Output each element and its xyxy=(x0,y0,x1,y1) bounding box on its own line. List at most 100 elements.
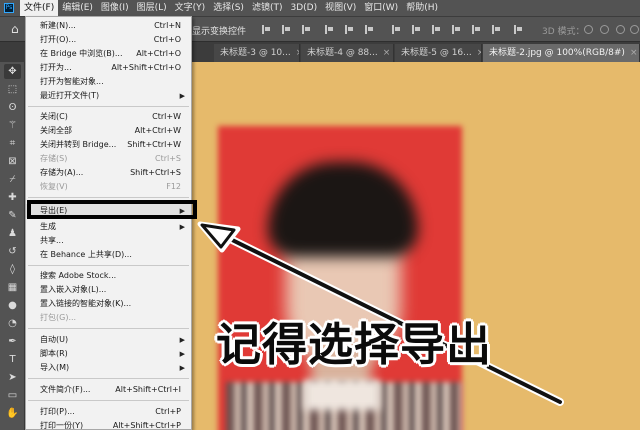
menu-window[interactable]: 窗口(W) xyxy=(360,0,402,16)
menu-item-print[interactable]: 打印(P)... Ctrl+P xyxy=(26,405,191,419)
close-icon[interactable]: × xyxy=(477,48,481,58)
menu-item-close-all[interactable]: 关闭全部 Alt+Ctrl+W xyxy=(26,124,191,138)
distribute-right-icon[interactable] xyxy=(492,25,501,34)
menu-item-search-stock[interactable]: 搜索 Adobe Stock... xyxy=(26,269,191,283)
close-icon[interactable]: × xyxy=(296,48,299,58)
menu-separator xyxy=(28,378,189,379)
shape-tool-icon[interactable]: ▭ xyxy=(4,388,21,403)
home-icon[interactable]: ⌂ xyxy=(11,23,23,35)
submenu-arrow-icon: ▶ xyxy=(179,350,185,358)
tab-untitled-3[interactable]: 未标题-3 @ 10... × xyxy=(214,44,300,62)
3d-orbit-icon[interactable] xyxy=(584,25,593,34)
brush-tool-icon[interactable]: ✎ xyxy=(4,208,21,223)
menu-item-automate[interactable]: 自动(U) ▶ xyxy=(26,333,191,347)
menu-item-label: 置入嵌入对象(L)... xyxy=(40,285,107,294)
distribute-top-icon[interactable] xyxy=(392,25,401,34)
menu-item-open[interactable]: 打开(O)... Ctrl+O xyxy=(26,33,191,47)
menu-item-place-embedded[interactable]: 置入嵌入对象(L)... xyxy=(26,283,191,297)
tab-untitled-5[interactable]: 未标题-5 @ 16... × xyxy=(395,44,482,62)
distribute-middle-icon[interactable] xyxy=(412,25,421,34)
menu-item-import[interactable]: 导入(M) ▶ xyxy=(26,361,191,375)
pen-tool-icon[interactable]: ✒ xyxy=(4,334,21,349)
menu-item-shortcut: Shift+Ctrl+W xyxy=(127,140,181,149)
clone-stamp-tool-icon[interactable]: ♟ xyxy=(4,226,21,241)
menu-item-label: 搜索 Adobe Stock... xyxy=(40,271,117,280)
menu-item-label: 文件简介(F)... xyxy=(40,385,91,394)
menu-item-share[interactable]: 共享... xyxy=(26,234,191,248)
type-tool-icon[interactable]: T xyxy=(4,352,21,367)
menu-edit[interactable]: 编辑(E) xyxy=(58,0,97,16)
distribute-bottom-icon[interactable] xyxy=(432,25,441,34)
menu-separator xyxy=(28,265,189,266)
menu-view[interactable]: 视图(V) xyxy=(321,0,360,16)
tab-untitled-2-active[interactable]: 未标题-2.jpg @ 100%(RGB/8#) × xyxy=(483,44,640,62)
more-options-icon[interactable] xyxy=(514,25,523,34)
hand-tool-icon[interactable]: ✋ xyxy=(4,406,21,421)
menu-item-save-as[interactable]: 存储为(A)... Shift+Ctrl+S xyxy=(26,166,191,180)
align-right-icon[interactable] xyxy=(302,25,311,34)
3d-roll-icon[interactable] xyxy=(600,25,609,34)
menu-type[interactable]: 文字(Y) xyxy=(171,0,210,16)
tab-untitled-4[interactable]: 未标题-4 @ 88... × xyxy=(301,44,394,62)
menu-item-package[interactable]: 打包(G)... xyxy=(26,311,191,325)
annotation-text: 记得选择导出 xyxy=(216,318,493,371)
menu-item-open-as[interactable]: 打开为... Alt+Shift+Ctrl+O xyxy=(26,61,191,75)
menu-item-label: 存储为(A)... xyxy=(40,168,84,177)
menu-item-close[interactable]: 关闭(C) Ctrl+W xyxy=(26,110,191,124)
blur-tool-icon[interactable]: ● xyxy=(4,298,21,313)
eraser-tool-icon[interactable]: ◊ xyxy=(4,262,21,277)
eyedropper-tool-icon[interactable]: ⌿ xyxy=(4,172,21,187)
menu-item-label: 打印(P)... xyxy=(40,407,75,416)
menu-item-close-go-bridge[interactable]: 关闭并转到 Bridge... Shift+Ctrl+W xyxy=(26,138,191,152)
menu-3d[interactable]: 3D(D) xyxy=(286,0,321,16)
menu-item-new[interactable]: 新建(N)... Ctrl+N xyxy=(26,19,191,33)
frame-tool-icon[interactable]: ⊠ xyxy=(4,154,21,169)
document-canvas[interactable] xyxy=(186,62,640,430)
align-center-icon[interactable] xyxy=(282,25,291,34)
menu-bar: Ps 文件(F) 编辑(E) 图像(I) 图层(L) 文字(Y) 选择(S) 滤… xyxy=(0,0,640,16)
menu-item-browse-bridge[interactable]: 在 Bridge 中浏览(B)... Alt+Ctrl+O xyxy=(26,47,191,61)
marquee-tool-icon[interactable]: ⬚ xyxy=(4,82,21,97)
crop-tool-icon[interactable]: ⌗ xyxy=(4,136,21,151)
lasso-tool-icon[interactable]: ʘ xyxy=(4,100,21,115)
move-tool-icon[interactable]: ✥ xyxy=(4,64,21,79)
menu-separator xyxy=(28,400,189,401)
path-selection-tool-icon[interactable]: ➤ xyxy=(4,370,21,385)
menu-item-place-linked[interactable]: 置入链接的智能对象(K)... xyxy=(26,297,191,311)
history-brush-tool-icon[interactable]: ↺ xyxy=(4,244,21,259)
align-top-icon[interactable] xyxy=(325,25,334,34)
menu-select[interactable]: 选择(S) xyxy=(209,0,248,16)
show-transform-controls-label[interactable]: 显示变换控件 xyxy=(192,24,246,37)
menu-filter[interactable]: 滤镜(T) xyxy=(248,0,287,16)
distribute-center-icon[interactable] xyxy=(472,25,481,34)
menu-image[interactable]: 图像(I) xyxy=(97,0,133,16)
menu-item-recent-files[interactable]: 最近打开文件(T) ▶ xyxy=(26,89,191,103)
gradient-tool-icon[interactable]: ▦ xyxy=(4,280,21,295)
menu-item-label: 导入(M) xyxy=(40,363,70,372)
magic-wand-tool-icon[interactable]: ⚚ xyxy=(4,118,21,133)
menu-item-open-smart-object[interactable]: 打开为智能对象... xyxy=(26,75,191,89)
3d-mode-label: 3D 模式： xyxy=(542,27,585,37)
menu-item-save[interactable]: 存储(S) Ctrl+S xyxy=(26,152,191,166)
menu-help[interactable]: 帮助(H) xyxy=(402,0,442,16)
menu-item-print-one-copy[interactable]: 打印一份(Y) Alt+Shift+Ctrl+P xyxy=(26,419,191,429)
menu-item-generate[interactable]: 生成 ▶ xyxy=(26,220,191,234)
healing-brush-tool-icon[interactable]: ✚ xyxy=(4,190,21,205)
close-icon[interactable]: × xyxy=(383,48,391,58)
3d-slide-icon[interactable] xyxy=(630,25,639,34)
menu-item-scripts[interactable]: 脚本(R) ▶ xyxy=(26,347,191,361)
close-icon[interactable]: × xyxy=(630,48,638,58)
align-bottom-icon[interactable] xyxy=(365,25,374,34)
menu-item-file-info[interactable]: 文件简介(F)... Alt+Shift+Ctrl+I xyxy=(26,383,191,397)
align-left-icon[interactable] xyxy=(262,25,271,34)
3d-pan-icon[interactable] xyxy=(616,25,625,34)
menu-layer[interactable]: 图层(L) xyxy=(133,0,171,16)
menu-item-label: 恢复(V) xyxy=(40,182,68,191)
menu-item-revert[interactable]: 恢复(V) F12 xyxy=(26,180,191,194)
menu-item-shortcut: Shift+Ctrl+S xyxy=(130,168,181,177)
align-middle-icon[interactable] xyxy=(345,25,354,34)
dodge-tool-icon[interactable]: ◔ xyxy=(4,316,21,331)
distribute-left-icon[interactable] xyxy=(452,25,461,34)
menu-file[interactable]: 文件(F) xyxy=(20,0,59,16)
menu-item-share-behance[interactable]: 在 Behance 上共享(D)... xyxy=(26,248,191,262)
